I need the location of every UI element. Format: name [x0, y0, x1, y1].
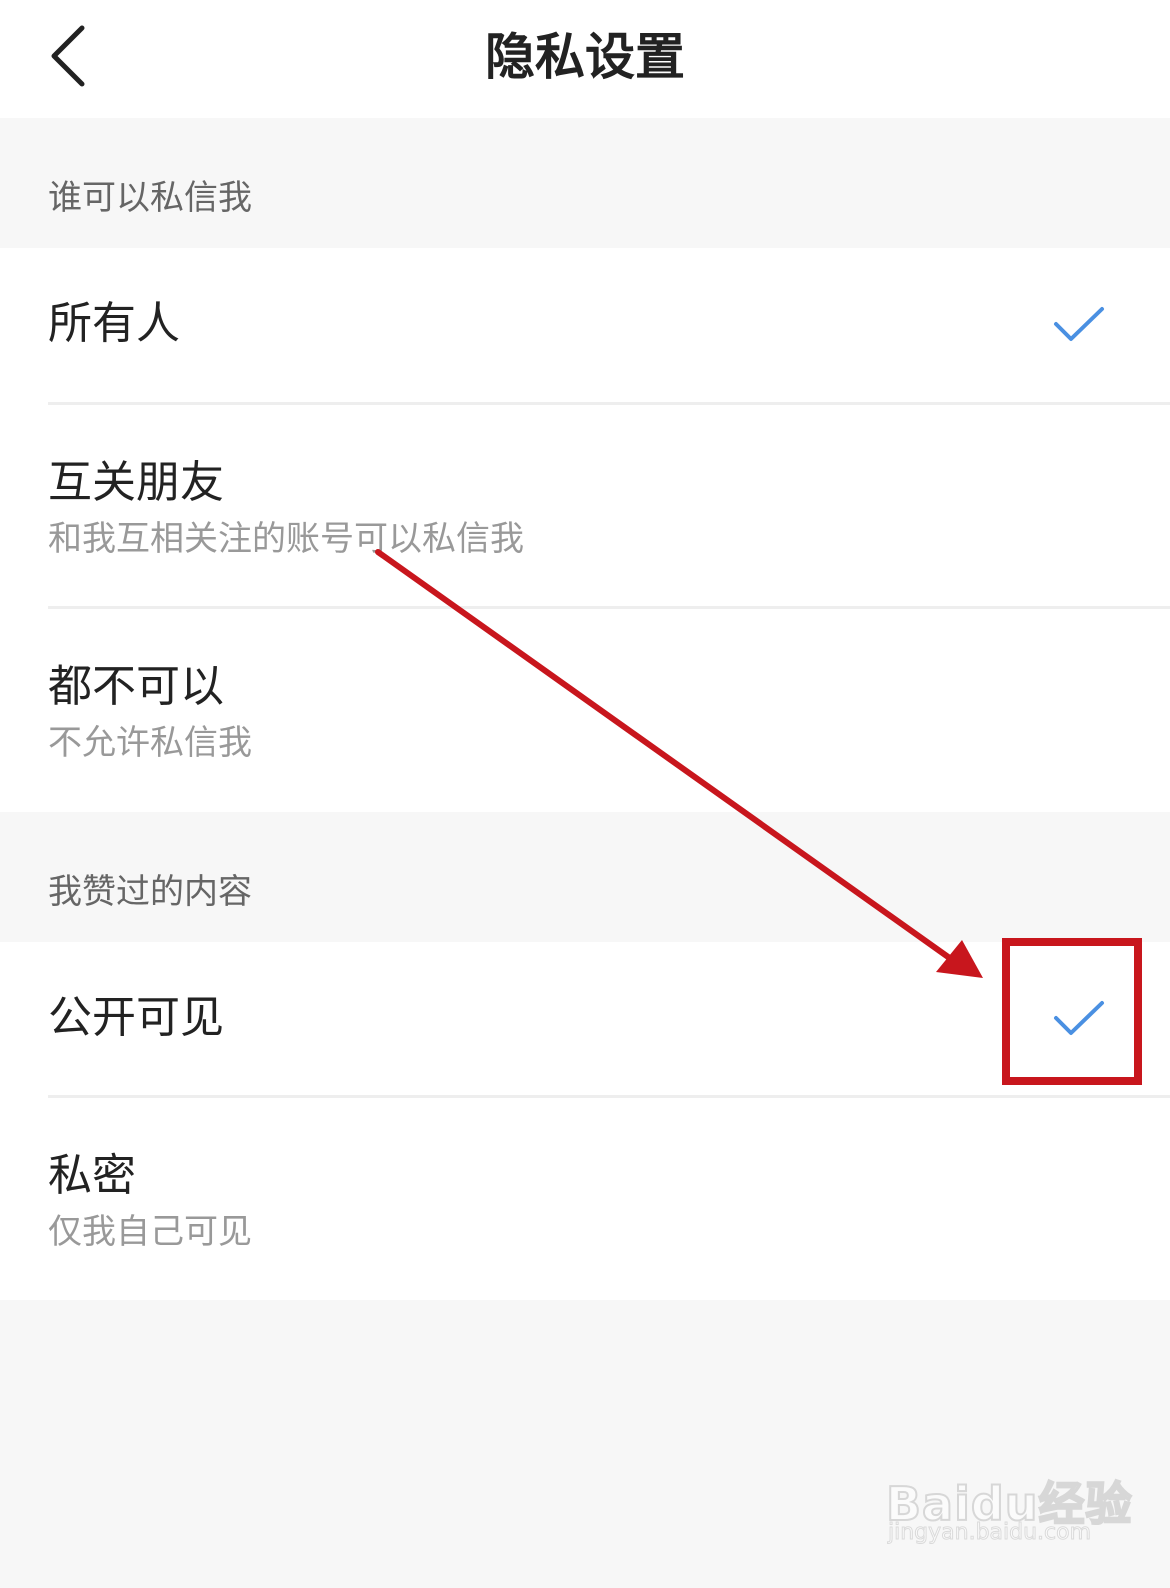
annotation-arrow: [375, 549, 983, 978]
watermark-url: jingyan.baidu.com: [887, 1520, 1092, 1546]
baidu-jingyan-watermark: Baidu经验 jingyan.baidu.com: [880, 1440, 1160, 1550]
annotation-highlight-box: [1002, 938, 1142, 1085]
